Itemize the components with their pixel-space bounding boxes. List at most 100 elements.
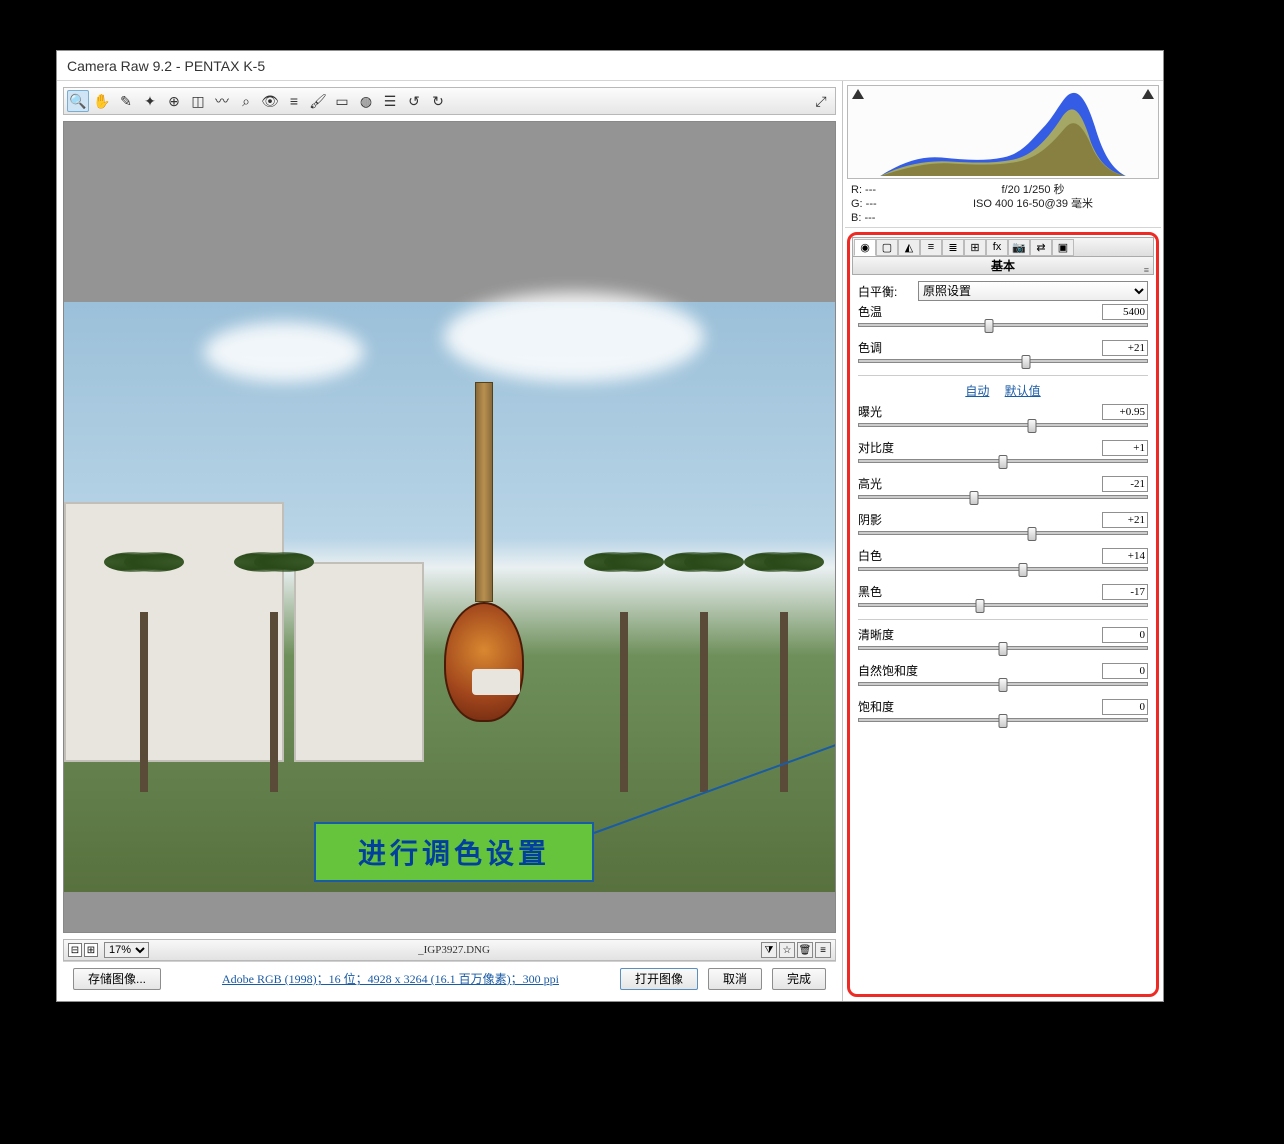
slider-value-input[interactable]: [1102, 584, 1148, 600]
eyedropper-icon[interactable]: ✎: [115, 90, 137, 112]
tab-hsl[interactable]: ≡: [920, 239, 942, 256]
tab-camera[interactable]: 📷: [1008, 239, 1030, 256]
tab-presets[interactable]: ⇄: [1030, 239, 1052, 256]
slider-track[interactable]: [858, 529, 1148, 539]
slider-label: 饱和度: [858, 698, 894, 715]
rotate-cw-icon[interactable]: ↻: [427, 90, 449, 112]
open-button[interactable]: 打开图像: [620, 968, 698, 990]
slider-presence-1: 自然饱和度: [858, 662, 1148, 690]
slider-thumb[interactable]: [1028, 419, 1037, 433]
slider-track[interactable]: [858, 457, 1148, 467]
slider-label: 高光: [858, 475, 882, 492]
prefs-icon[interactable]: ☰: [379, 90, 401, 112]
slider-track[interactable]: [858, 421, 1148, 431]
spot-icon[interactable]: ⌕: [235, 90, 257, 112]
wb-select[interactable]: 原照设置: [918, 281, 1148, 301]
footer-bar: 存储图像... Adobe RGB (1998)；16 位；4928 x 326…: [63, 961, 836, 995]
slider-value-input[interactable]: [1102, 548, 1148, 564]
slider-track[interactable]: [858, 680, 1148, 690]
redeye-icon[interactable]: 👁: [259, 90, 281, 112]
slider-value-input[interactable]: [1102, 627, 1148, 643]
slider-thumb[interactable]: [1028, 527, 1037, 541]
hand-icon[interactable]: ✋: [91, 90, 113, 112]
gradient-icon[interactable]: ▭: [331, 90, 353, 112]
slider-track[interactable]: [858, 565, 1148, 575]
slider-value-input[interactable]: [1102, 476, 1148, 492]
slider-track[interactable]: [858, 321, 1148, 331]
slider-value-input[interactable]: [1102, 699, 1148, 715]
menu-icon[interactable]: ≡: [815, 942, 831, 958]
filename-label: _IGP3927.DNG: [149, 944, 759, 956]
tab-fx[interactable]: fx: [986, 239, 1008, 256]
zoom-icon[interactable]: 🔍: [67, 90, 89, 112]
slider-thumb[interactable]: [1022, 355, 1031, 369]
trash-icon[interactable]: 🗑: [797, 942, 813, 958]
default-link[interactable]: 默认值: [1005, 384, 1041, 398]
slider-label: 阴影: [858, 511, 882, 528]
slider-thumb[interactable]: [975, 599, 984, 613]
tab-detail[interactable]: ◭: [898, 239, 920, 256]
grid-plus-icon[interactable]: ⊞: [84, 943, 98, 957]
image-preview[interactable]: 进行调色设置: [63, 121, 836, 933]
slider-thumb[interactable]: [999, 642, 1008, 656]
panel-menu-icon[interactable]: ≡: [1144, 261, 1149, 279]
slider-label: 黑色: [858, 583, 882, 600]
slider-track[interactable]: [858, 716, 1148, 726]
tab-basic[interactable]: ◉: [854, 239, 876, 256]
slider-track[interactable]: [858, 601, 1148, 611]
grid-minus-icon[interactable]: ⊟: [68, 943, 82, 957]
slider-tone-0: 曝光: [858, 403, 1148, 431]
crop-icon[interactable]: ◫: [187, 90, 209, 112]
slider-thumb[interactable]: [970, 491, 979, 505]
window-title: Camera Raw 9.2 - PENTAX K-5: [57, 51, 1163, 81]
slider-thumb[interactable]: [1019, 563, 1028, 577]
filter-icon[interactable]: ⧩: [761, 942, 777, 958]
straighten-icon[interactable]: 〰: [211, 90, 233, 112]
auto-link[interactable]: 自动: [965, 384, 989, 398]
slider-tone-3: 阴影: [858, 511, 1148, 539]
tab-split[interactable]: ≣: [942, 239, 964, 256]
tab-lens[interactable]: ⊞: [964, 239, 986, 256]
slider-thumb[interactable]: [999, 714, 1008, 728]
slider-thumb[interactable]: [984, 319, 993, 333]
highlight-clip-icon[interactable]: [1142, 89, 1154, 99]
zoom-bar: ⊟ ⊞ 17% _IGP3927.DNG ⧩ ☆ 🗑 ≡: [63, 939, 836, 961]
fullscreen-icon[interactable]: ⤢: [810, 90, 832, 112]
adjust-icon[interactable]: ≡: [283, 90, 305, 112]
slider-thumb[interactable]: [999, 455, 1008, 469]
guitar-sign: [434, 382, 534, 752]
tab-curve[interactable]: ▢: [876, 239, 898, 256]
slider-value-input[interactable]: [1102, 663, 1148, 679]
workflow-link[interactable]: Adobe RGB (1998)；16 位；4928 x 3264 (16.1 …: [222, 972, 559, 986]
slider-value-input[interactable]: [1102, 304, 1148, 320]
shadow-clip-icon[interactable]: [852, 89, 864, 99]
done-button[interactable]: 完成: [772, 968, 826, 990]
slider-presence-0: 清晰度: [858, 626, 1148, 654]
sampler-icon[interactable]: ✦: [139, 90, 161, 112]
slider-value-input[interactable]: [1102, 512, 1148, 528]
cancel-button[interactable]: 取消: [708, 968, 762, 990]
slider-track[interactable]: [858, 644, 1148, 654]
annotation-callout: 进行调色设置: [314, 822, 594, 882]
rating-icon[interactable]: ☆: [779, 942, 795, 958]
slider-value-input[interactable]: [1102, 340, 1148, 356]
zoom-select[interactable]: 17%: [104, 942, 149, 958]
tab-snapshots[interactable]: ▣: [1052, 239, 1074, 256]
slider-value-input[interactable]: [1102, 404, 1148, 420]
slider-value-input[interactable]: [1102, 440, 1148, 456]
slider-track[interactable]: [858, 357, 1148, 367]
slider-presence-2: 饱和度: [858, 698, 1148, 726]
rotate-ccw-icon[interactable]: ↺: [403, 90, 425, 112]
slider-label: 曝光: [858, 403, 882, 420]
brush-icon[interactable]: 🖌: [307, 90, 329, 112]
slider-wb-0: 色温: [858, 303, 1148, 331]
radial-icon[interactable]: ◍: [355, 90, 377, 112]
slider-thumb[interactable]: [999, 678, 1008, 692]
target-icon[interactable]: ⊕: [163, 90, 185, 112]
slider-label: 清晰度: [858, 626, 894, 643]
top-toolbar: 🔍 ✋ ✎ ✦ ⊕ ◫ 〰 ⌕ 👁 ≡ 🖌 ▭ ◍ ☰ ↺ ↻ ⤢: [63, 87, 836, 115]
histogram[interactable]: [847, 85, 1159, 179]
slider-track[interactable]: [858, 493, 1148, 503]
wb-label: 白平衡:: [858, 283, 918, 300]
save-button[interactable]: 存储图像...: [73, 968, 161, 990]
